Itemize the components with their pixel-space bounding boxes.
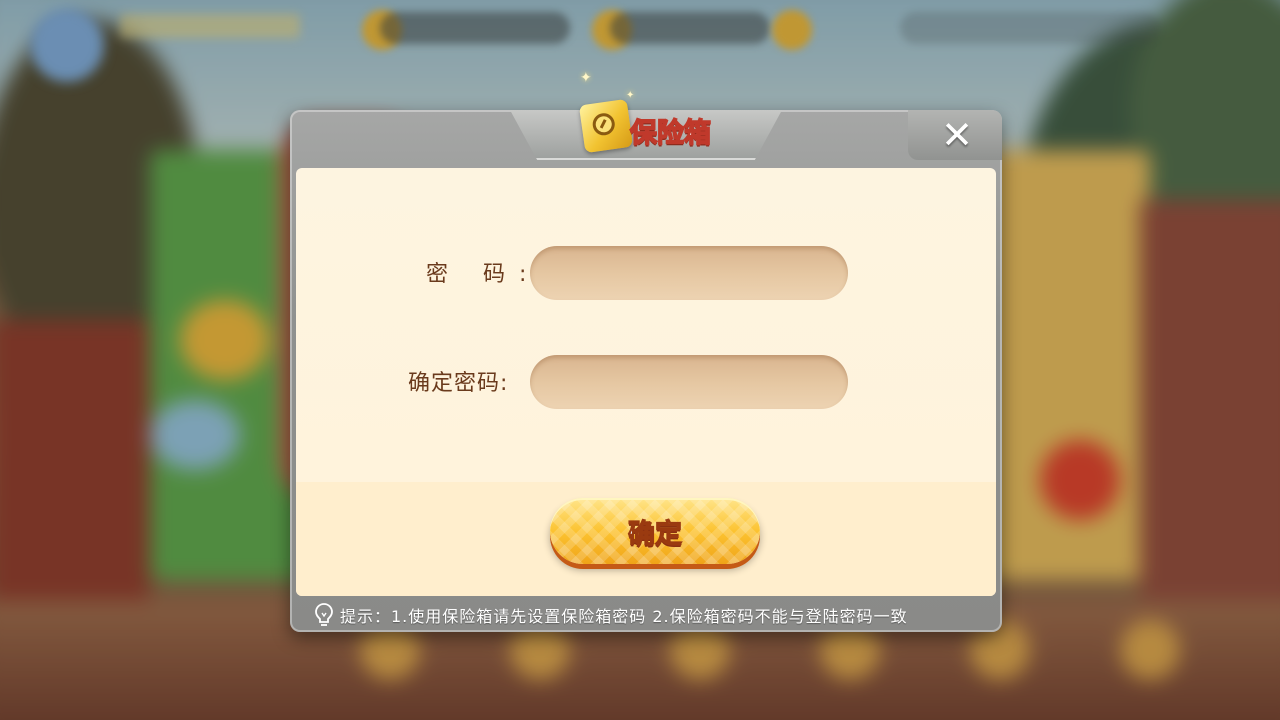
sparkle-icon: ✦ xyxy=(626,90,635,101)
safe-icon xyxy=(578,98,634,154)
hint-text: 提示：1.使用保险箱请先设置保险箱密码 2.保险箱密码不能与登陆密码一致 xyxy=(340,607,908,626)
password-input[interactable] xyxy=(530,246,848,300)
confirm-password-label: 确定密码: xyxy=(408,371,509,396)
close-icon[interactable]: ✕ xyxy=(940,116,974,154)
password-label: 密 码: xyxy=(426,262,541,287)
dialog-content: 密 码: 确定密码: 确定 xyxy=(296,168,996,596)
confirm-password-input[interactable] xyxy=(530,355,848,409)
safe-box-dialog: ✦ ✦ 保险箱 ✕ 密 码: 确定密码: 确定 提示：1.使用保险箱请先设置保险… xyxy=(290,70,1002,632)
lightbulb-icon xyxy=(315,603,333,626)
sparkle-icon: ✦ xyxy=(580,70,592,86)
dialog-title: 保险箱 xyxy=(629,117,712,150)
confirm-button[interactable]: 确定 xyxy=(550,498,760,564)
hint-row: 提示：1.使用保险箱请先设置保险箱密码 2.保险箱密码不能与登陆密码一致 xyxy=(314,600,908,630)
